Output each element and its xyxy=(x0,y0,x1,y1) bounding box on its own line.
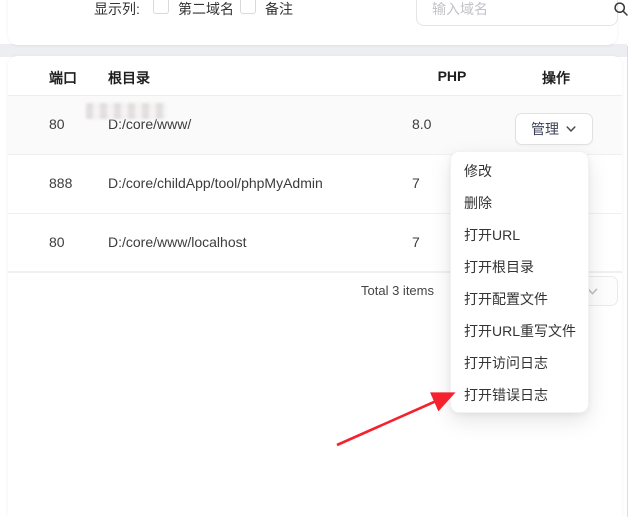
rootdir-cell: D:/core/childApp/tool/phpMyAdmin xyxy=(108,175,323,191)
chevron-down-icon xyxy=(565,123,577,135)
port-cell: 80 xyxy=(49,234,65,250)
redacted-path-blur xyxy=(86,103,166,119)
display-columns-label: 显示列: xyxy=(94,1,140,17)
column-header-php: PHP xyxy=(437,68,467,84)
manage-dropdown-menu: 修改 删除 打开URL 打开根目录 打开配置文件 打开URL重写文件 打开访问日… xyxy=(450,151,589,413)
port-cell: 888 xyxy=(49,175,73,191)
menu-item-open-rewrite[interactable]: 打开URL重写文件 xyxy=(451,315,588,347)
filter-bar: 显示列: 第二域名 备注 xyxy=(8,0,628,45)
menu-item-open-rootdir[interactable]: 打开根目录 xyxy=(451,251,588,283)
menu-item-modify[interactable]: 修改 xyxy=(451,155,588,187)
php-version-cell: 7 xyxy=(412,234,420,250)
rootdir-cell: D:/core/www/localhost xyxy=(108,234,247,250)
port-cell: 80 xyxy=(49,116,65,132)
menu-item-open-accesslog[interactable]: 打开访问日志 xyxy=(451,347,588,379)
checkbox-second-domain-label[interactable]: 第二域名 xyxy=(178,0,234,19)
window-right-edge xyxy=(627,46,633,517)
total-items-text: Total 3 items xyxy=(361,283,434,298)
checkbox-remark[interactable] xyxy=(240,0,256,14)
manage-button-label: 管理 xyxy=(531,121,559,137)
column-header-port: 端口 xyxy=(49,70,77,86)
php-version-cell: 8.0 xyxy=(412,116,432,132)
menu-item-open-errorlog[interactable]: 打开错误日志 xyxy=(451,379,588,411)
menu-item-open-url[interactable]: 打开URL xyxy=(451,219,588,251)
table-row[interactable]: 80 D:/core/www/ 8.0 管理 xyxy=(8,96,622,155)
domain-search-box xyxy=(416,0,628,26)
search-icon[interactable] xyxy=(613,1,629,17)
manage-dropdown-button[interactable]: 管理 xyxy=(515,113,593,145)
checkbox-remark-label[interactable]: 备注 xyxy=(265,0,293,19)
menu-item-open-config[interactable]: 打开配置文件 xyxy=(451,283,588,315)
domain-search-input[interactable] xyxy=(432,1,613,17)
checkbox-second-domain[interactable] xyxy=(153,0,169,14)
column-header-rootdir: 根目录 xyxy=(108,70,150,86)
app-window: 显示列: 第二域名 备注 端口 根目录 PHP 操作 80 D:/core/ww… xyxy=(0,0,633,517)
column-header-actions: 操作 xyxy=(542,70,570,86)
menu-item-delete[interactable]: 删除 xyxy=(451,187,588,219)
php-version-cell: 7 xyxy=(412,175,420,191)
